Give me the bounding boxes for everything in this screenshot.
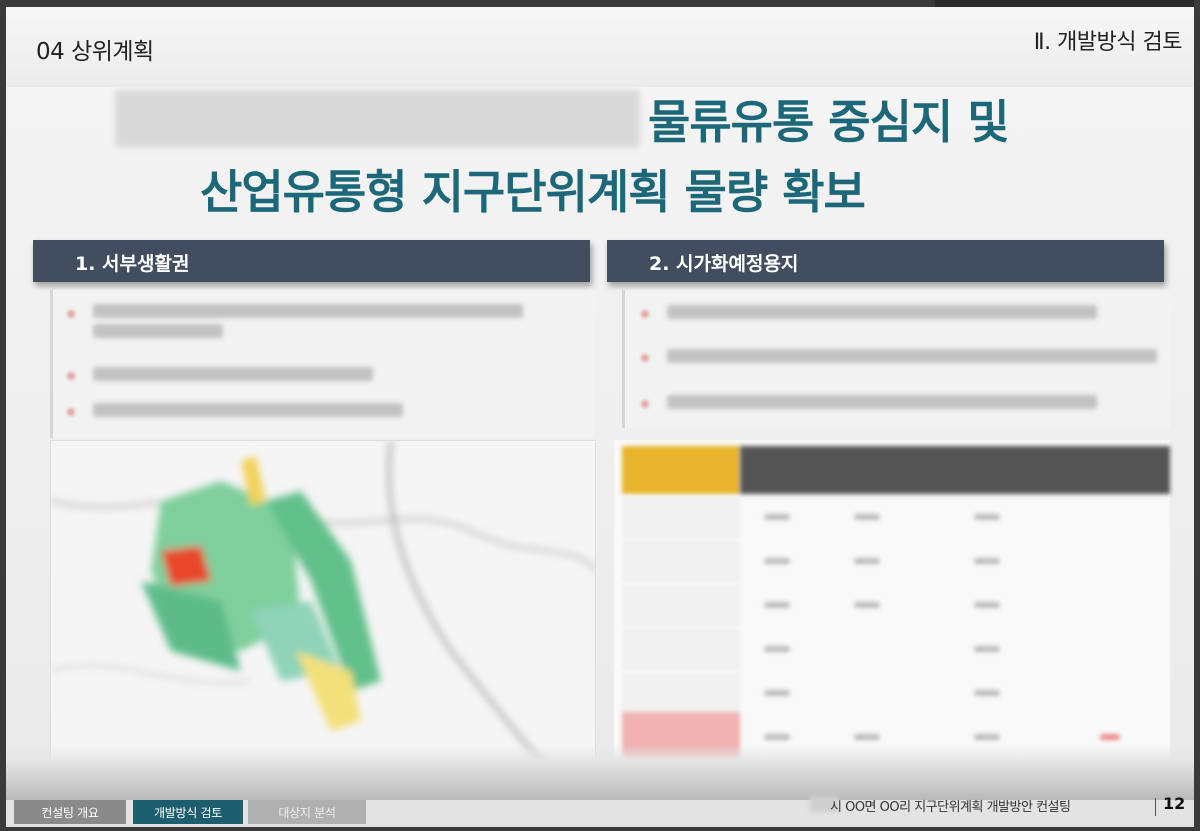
redacted-bullet-line [93,304,523,318]
panel-title-west-living-zone: 1. 서부생활권 [33,240,590,282]
redacted-bullet-line [93,367,373,381]
table-cell [854,734,880,740]
table-row-label [622,540,740,584]
page-number-divider [1155,798,1156,816]
table-cell [974,602,1000,608]
table-row-label [622,628,740,672]
table-cell [974,514,1000,520]
header-band [6,7,1194,87]
redacted-bullet-line [667,395,1097,409]
redacted-bullet-line [667,349,1157,363]
cityscape-background [6,745,1194,800]
redacted-bullet-line [667,305,1097,319]
bullet-marker [641,310,649,318]
section-title: 04 상위계획 [36,39,154,65]
table-cell [854,602,880,608]
table-cell [854,514,880,520]
table-row-label [622,672,740,716]
chapter-title: Ⅱ. 개발방식 검토 [1033,30,1183,55]
bottom-frame [0,827,1200,831]
bullet-marker [67,372,75,380]
map-graphic [51,441,595,769]
table-cell-highlight [1100,734,1120,740]
table-cell [974,558,1000,564]
table-cell [764,690,790,696]
bullet-marker [641,354,649,362]
headline-line-1: 물류유통 중심지 및 [648,95,1010,149]
panel-title-urbanization-land: 2. 시가화예정용지 [607,240,1164,282]
table-cell [764,558,790,564]
redacted-statistics-table [614,440,1170,770]
table-cell [854,558,880,564]
table-row-label [622,496,740,540]
footer-tab-development-review[interactable]: 개발방식 검토 [133,800,243,824]
table-cell [974,646,1000,652]
table-header-row [740,446,1170,494]
panel-1-redacted-bullets [50,290,595,438]
table-cell [764,646,790,652]
redacted-bullet-line [93,403,403,417]
redacted-headline-prefix [115,90,640,148]
panel-2-redacted-bullets [622,290,1170,428]
table-row-label [622,584,740,628]
bullet-marker [67,408,75,416]
redacted-land-use-map [50,440,596,770]
redacted-bullet-line [93,324,223,338]
table-cell [764,602,790,608]
footer-tab-site-analysis[interactable]: 대상지 분석 [248,800,366,824]
table-cell [974,690,1000,696]
table-cell [764,514,790,520]
footer-document-title: 시 OO면 OO리 지구단위계획 개발방안 컨설팅 [830,800,1071,815]
table-header-label-cell [622,446,740,494]
bullet-marker [641,400,649,408]
page-number: 12 [1163,794,1186,813]
table-cell [974,734,1000,740]
bullet-marker [67,310,75,318]
table-cell [764,734,790,740]
right-frame [1194,0,1200,831]
footer-tab-consulting-overview[interactable]: 컨설팅 개요 [14,800,126,824]
headline-line-2: 산업유통형 지구단위계획 물량 확보 [200,165,866,219]
